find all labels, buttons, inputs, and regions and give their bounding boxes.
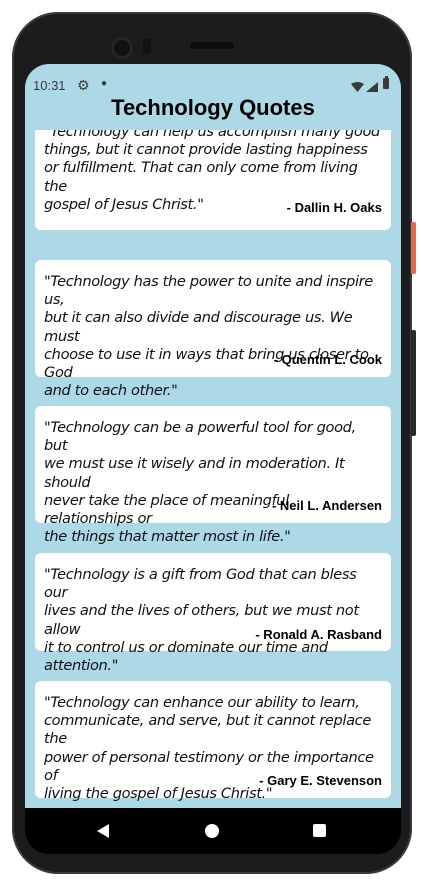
quote-card[interactable]: "Technology is a gift from God that can … [35, 553, 391, 674]
quote-line: "Technology can enhance our ability to l… [44, 694, 360, 711]
back-icon[interactable] [97, 824, 109, 838]
wifi-icon [351, 80, 364, 95]
quote-card[interactable]: "Technology can be a powerful tool for g… [35, 406, 391, 545]
battery-icon [383, 76, 389, 89]
status-bar: 10:31 ⚙ ● [25, 64, 401, 94]
quote-author: - Quentin L. Cook [273, 352, 382, 367]
quote-line: "Technology can be a powerful tool for g… [44, 419, 356, 455]
navigation-bar [25, 808, 401, 854]
quote-line: we must use it wisely and in moderation.… [44, 455, 345, 491]
proximity-sensor [143, 38, 151, 54]
quote-list[interactable]: "Technology can help us accomplish many … [25, 130, 401, 808]
home-icon[interactable] [205, 824, 219, 838]
notification-dot-icon: ● [101, 78, 108, 89]
quote-card[interactable]: "Technology can help us accomplish many … [35, 130, 391, 230]
quote-text: "Technology has the power to unite and i… [44, 273, 382, 400]
quote-line: and to each other." [44, 382, 178, 400]
quote-line: things, but it cannot provide lasting ha… [44, 141, 368, 159]
volume-button [411, 330, 416, 436]
quote-line: "Technology can help us accomplish many … [44, 130, 380, 140]
front-camera [111, 37, 133, 59]
quote-line: but it can also divide and discourage us… [44, 309, 353, 345]
signal-icon [366, 80, 378, 95]
app-screen: 10:31 ⚙ ● Technology Quotes "Technology … [25, 64, 401, 808]
earpiece-speaker [190, 42, 234, 49]
page-title: Technology Quotes [111, 95, 315, 120]
quote-author: - Dallin H. Oaks [286, 200, 382, 215]
quote-author: - Neil L. Andersen [271, 498, 382, 513]
quote-line: communicate, and serve, but it cannot re… [44, 712, 371, 748]
quote-text: "Technology is a gift from God that can … [44, 566, 382, 675]
quote-line: the things that matter most in life." [44, 528, 291, 546]
quote-author: - Ronald A. Rasband [255, 627, 382, 642]
recents-icon[interactable] [313, 824, 326, 837]
quote-card[interactable]: "Technology has the power to unite and i… [35, 260, 391, 399]
quote-line: "Technology has the power to unite and i… [44, 273, 373, 309]
status-time: 10:31 [33, 78, 66, 93]
quote-line: "Technology is a gift from God that can … [44, 566, 357, 602]
power-button [411, 222, 416, 274]
quote-line: it to control us or dominate our time an… [44, 638, 328, 675]
quote-line: or fulfillment. That can only come from … [44, 159, 358, 195]
gear-icon: ⚙ [77, 77, 90, 93]
quote-author: - Gary E. Stevenson [259, 773, 382, 788]
quote-card[interactable]: "Technology can enhance our ability to l… [35, 681, 391, 802]
quote-text: "Technology can be a powerful tool for g… [44, 419, 382, 546]
